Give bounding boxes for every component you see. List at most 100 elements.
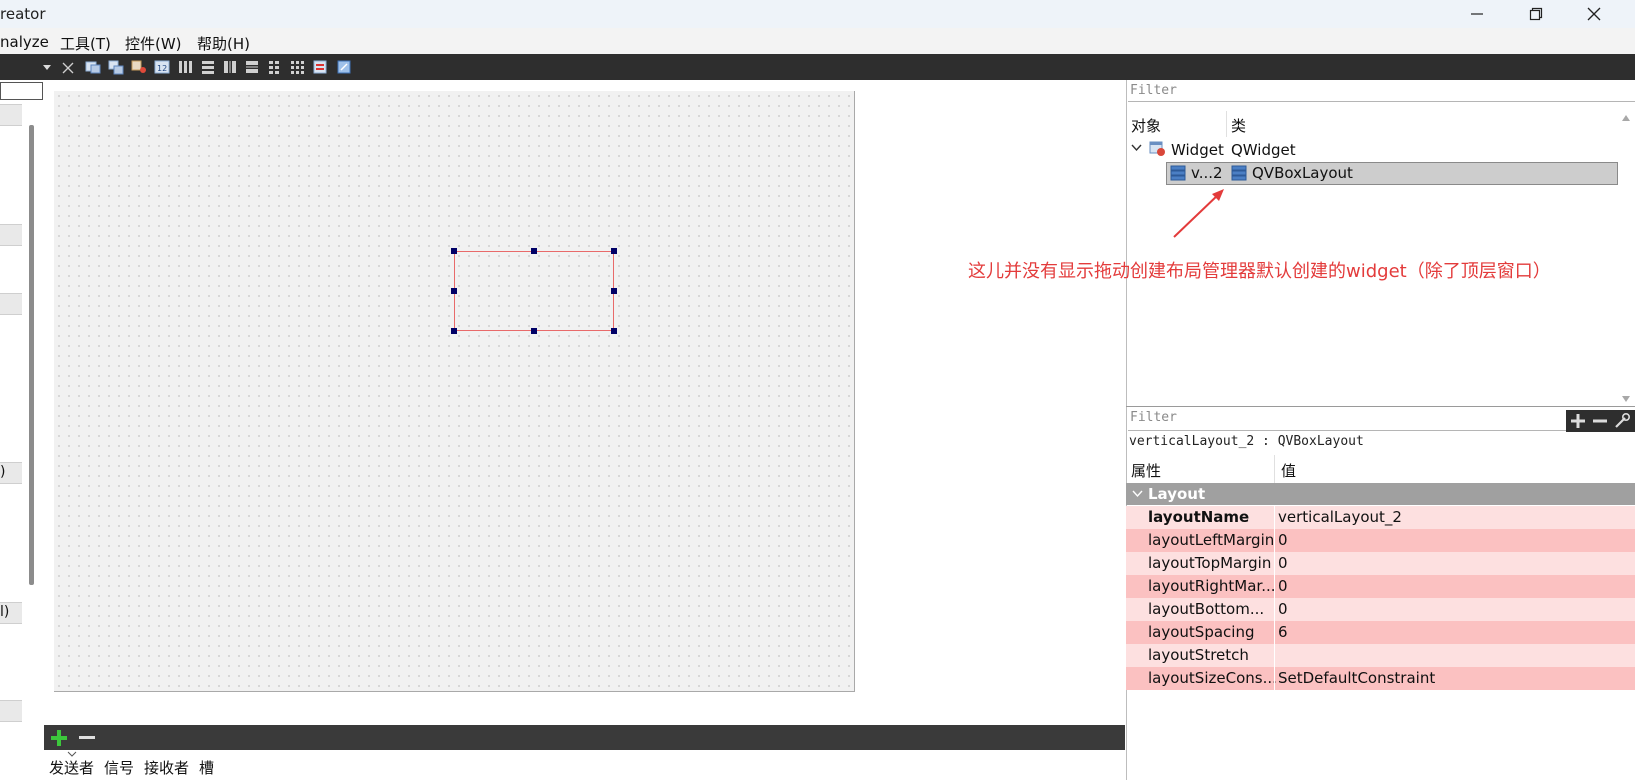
- vboxlayout-icon: [1231, 165, 1247, 181]
- column-value[interactable]: 值: [1281, 460, 1296, 481]
- minimize-button[interactable]: [1453, 0, 1501, 28]
- selected-object-label: verticalLayout_2 : QVBoxLayout: [1129, 434, 1364, 449]
- layout-h-splitter-icon[interactable]: [222, 59, 238, 75]
- property-divider: [1274, 667, 1275, 690]
- restore-button[interactable]: [1512, 0, 1560, 28]
- edit-buddies-icon[interactable]: [131, 59, 147, 75]
- layout-grid-icon[interactable]: [289, 59, 305, 75]
- resize-handle[interactable]: [451, 248, 457, 254]
- category-header[interactable]: [0, 104, 22, 126]
- layout-v-splitter-icon[interactable]: [244, 59, 260, 75]
- category-header[interactable]: [0, 700, 22, 722]
- property-row[interactable]: layoutSpacing 6: [1126, 621, 1635, 644]
- property-name: layoutName: [1148, 508, 1250, 526]
- tree-object-name: v...2: [1191, 164, 1223, 182]
- property-value[interactable]: SetDefaultConstraint: [1278, 669, 1435, 687]
- category-label-fragment: l): [0, 604, 10, 620]
- column-class[interactable]: 类: [1231, 115, 1246, 136]
- group-label: Layout: [1148, 485, 1206, 503]
- property-value[interactable]: 0: [1278, 531, 1288, 549]
- tree-class-name: QVBoxLayout: [1252, 164, 1353, 182]
- category-label-fragment: ): [0, 464, 6, 480]
- resize-handle[interactable]: [531, 328, 537, 334]
- layout-horizontal-icon[interactable]: [177, 59, 193, 75]
- category-header[interactable]: [0, 293, 22, 315]
- dropdown-arrow-icon[interactable]: [42, 63, 52, 71]
- widget-box-panel: [0, 80, 45, 780]
- column-signal[interactable]: 信号: [104, 757, 134, 778]
- resize-handle[interactable]: [611, 328, 617, 334]
- property-name: layoutSpacing: [1148, 623, 1255, 641]
- resize-handle[interactable]: [531, 248, 537, 254]
- edit-tab-order-icon[interactable]: 12: [154, 59, 170, 75]
- property-value[interactable]: 6: [1278, 623, 1288, 641]
- edit-widgets-icon[interactable]: [85, 59, 101, 75]
- form-canvas[interactable]: [54, 91, 855, 692]
- property-row[interactable]: layoutStretch: [1126, 644, 1635, 667]
- menu-help[interactable]: 帮助(H): [197, 33, 250, 54]
- column-property[interactable]: 属性: [1131, 460, 1161, 481]
- property-row[interactable]: layoutBottom... 0: [1126, 598, 1635, 621]
- break-layout-icon[interactable]: [62, 62, 74, 74]
- property-value[interactable]: 0: [1278, 600, 1288, 618]
- break-layout-red-icon[interactable]: [312, 59, 328, 75]
- menu-widgets[interactable]: 控件(W): [125, 33, 182, 54]
- edit-signals-icon[interactable]: [108, 59, 124, 75]
- resize-handle[interactable]: [451, 288, 457, 294]
- property-name: layoutStretch: [1148, 646, 1249, 664]
- minimize-icon: [1471, 13, 1483, 15]
- column-object[interactable]: 对象: [1131, 115, 1161, 136]
- add-icon[interactable]: [50, 729, 68, 747]
- layout-form-icon[interactable]: [266, 59, 282, 75]
- remove-icon[interactable]: [78, 729, 96, 747]
- menu-analyze[interactable]: nalyze: [0, 33, 49, 51]
- resize-handle[interactable]: [611, 288, 617, 294]
- expand-arrow-icon[interactable]: [1131, 144, 1142, 152]
- property-row[interactable]: layoutLeftMargin 0: [1126, 529, 1635, 552]
- column-sender[interactable]: 发送者: [49, 757, 94, 778]
- scroll-arrows-icon: [1622, 115, 1630, 402]
- title-bar: [0, 0, 1635, 28]
- tree-object-name: Widget: [1171, 141, 1224, 159]
- layout-vertical-icon[interactable]: [200, 59, 216, 75]
- property-row[interactable]: layoutRightMar... 0: [1126, 575, 1635, 598]
- property-group-layout[interactable]: Layout: [1126, 483, 1635, 505]
- property-divider: [1274, 506, 1275, 529]
- collapse-arrow-icon[interactable]: [1132, 490, 1143, 498]
- restore-icon: [1529, 7, 1543, 21]
- wrench-icon[interactable]: [1613, 412, 1631, 430]
- object-inspector-header: [1128, 111, 1618, 137]
- property-name: layoutSizeCons...: [1148, 669, 1277, 687]
- object-inspector-scrollbar[interactable]: [1618, 111, 1634, 406]
- adjust-size-icon[interactable]: [336, 59, 352, 75]
- annotation-arrow-icon: [1173, 189, 1224, 238]
- property-name: layoutTopMargin: [1148, 554, 1272, 572]
- column-slot[interactable]: 槽: [199, 757, 214, 778]
- vertical-layout-widget[interactable]: [454, 251, 614, 331]
- property-divider: [1274, 529, 1275, 552]
- category-header[interactable]: [0, 224, 22, 246]
- widget-icon: [1149, 141, 1165, 156]
- property-value[interactable]: 0: [1278, 577, 1288, 595]
- widget-filter-input[interactable]: [0, 82, 43, 100]
- resize-handle[interactable]: [451, 328, 457, 334]
- property-row[interactable]: layoutName verticalLayout_2: [1126, 506, 1635, 529]
- property-value[interactable]: verticalLayout_2: [1278, 508, 1402, 526]
- remove-property-icon[interactable]: [1591, 412, 1609, 430]
- column-receiver[interactable]: 接收者: [144, 757, 189, 778]
- left-scrollbar[interactable]: [29, 125, 34, 585]
- property-filter-input[interactable]: Filter: [1128, 410, 1568, 431]
- resize-handle[interactable]: [611, 248, 617, 254]
- object-filter-input[interactable]: Filter: [1128, 83, 1635, 102]
- property-value[interactable]: 0: [1278, 554, 1288, 572]
- property-name: layoutLeftMargin: [1148, 531, 1275, 549]
- property-header: 属性 值: [1126, 455, 1635, 484]
- property-row[interactable]: layoutTopMargin 0: [1126, 552, 1635, 575]
- menu-tools[interactable]: 工具(T): [60, 33, 111, 54]
- property-row[interactable]: layoutSizeCons... SetDefaultConstraint: [1126, 667, 1635, 690]
- add-property-icon[interactable]: [1569, 412, 1587, 430]
- annotation-text: 这儿并没有显示拖动创建布局管理器默认创建的widget（除了顶层窗口）: [968, 261, 1551, 282]
- close-icon: [1587, 7, 1601, 21]
- column-divider: [1274, 455, 1275, 483]
- close-button[interactable]: [1570, 0, 1618, 28]
